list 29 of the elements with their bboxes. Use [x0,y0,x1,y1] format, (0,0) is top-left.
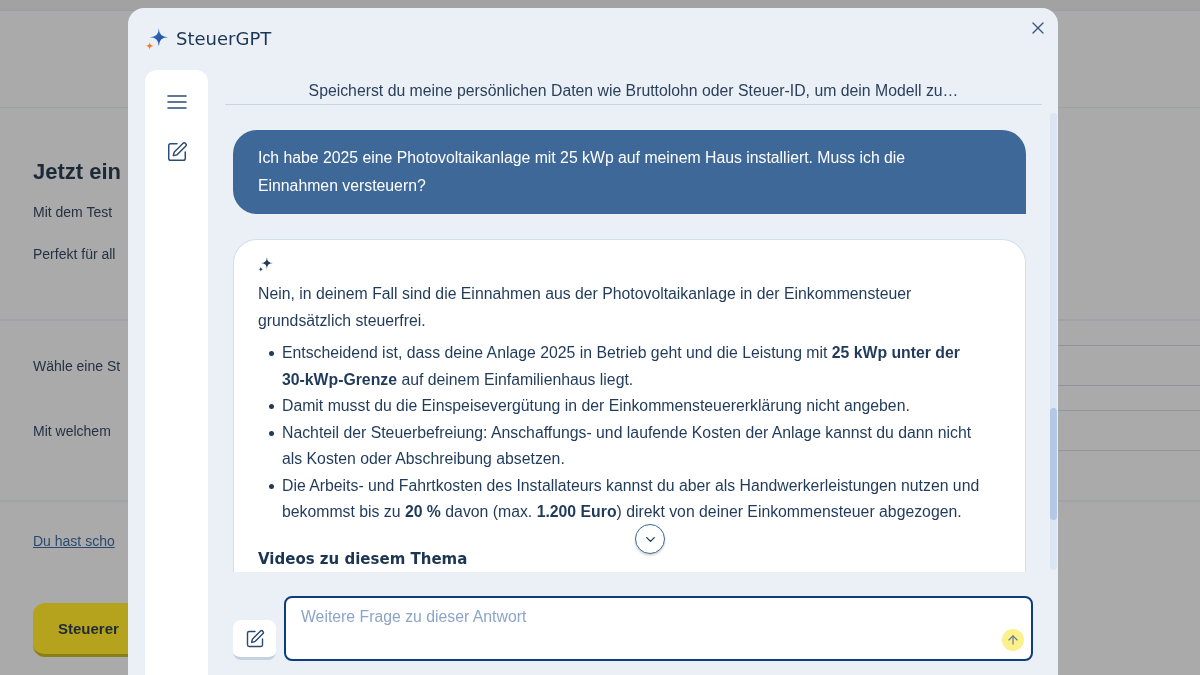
text-link[interactable]: Du hast scho [33,531,115,551]
bullet-icon [269,483,274,489]
app-title: SteuerGPT [176,27,272,51]
bullet-icon [269,404,274,409]
question-bubble: Ich habe 2025 eine Photovoltaikanlage mit 25 kWp auf meinem Haus installiert. Muss ich die Einnahmen versteuern? [233,130,1026,214]
menu-icon[interactable] [166,95,187,109]
message-field[interactable]: Weitere Frage zu dieser Antwort [284,596,1033,661]
edit-icon[interactable] [165,141,188,163]
page-text: Perfekt für all [33,245,116,264]
scrollbar[interactable] [1050,113,1057,570]
bullet-text: Nachteil der Steuerbefreiung: Anschaffungs- und laufende Kosten der Anlage kannst du dann nicht als Kosten oder Abschreibung absetzen. [282,422,973,469]
scrollbar-thumb[interactable] [1050,408,1057,520]
page-heading: Jetzt ein [33,158,122,186]
bullet-text: Entscheidend ist, dass deine Anlage 2025 in Betrieb geht und die Leistung mit 25 kWp unter der 30-kWp-Grenze auf deinem Einfamilienhaus liegt. [282,343,961,390]
bullet-icon [269,430,274,436]
sparkle-icon [258,257,273,272]
section-heading: Videos zu diesem Thema [258,548,469,570]
edit-icon [244,628,265,649]
page-text: Mit dem Test [33,203,113,222]
form-label: Wähle eine St [33,356,121,376]
form-label: Mit welchem [33,421,111,441]
sparkle-icon [146,28,168,50]
cta-button[interactable]: Steuerer [33,603,128,657]
edit-button[interactable] [233,620,276,660]
conversation-title: Speicherst du meine persönlichen Daten wie Bruttolohn oder Steuer-ID, um dein Modell zu… [308,82,959,99]
bullet-icon [269,351,274,356]
bullet-text: Damit musst du die Einspeisevergütung in der Einkommensteuererklärung nicht angeben. [282,396,911,416]
answer-text: Nein, in deinem Fall sind die Einnahmen aus der Photovoltaikanlage in der Einkommensteuer grundsätzlich steuerfrei. [258,284,913,331]
bullet-text: Die Arbeits- und Fahrtkosten des Installateurs kannst du aber als Handwerkerleistungen nutzen und bekommst bis zu 20 % davon (max. 1.200 Euro) direkt von deiner Einkommensteuer abgezogen. [282,475,981,522]
